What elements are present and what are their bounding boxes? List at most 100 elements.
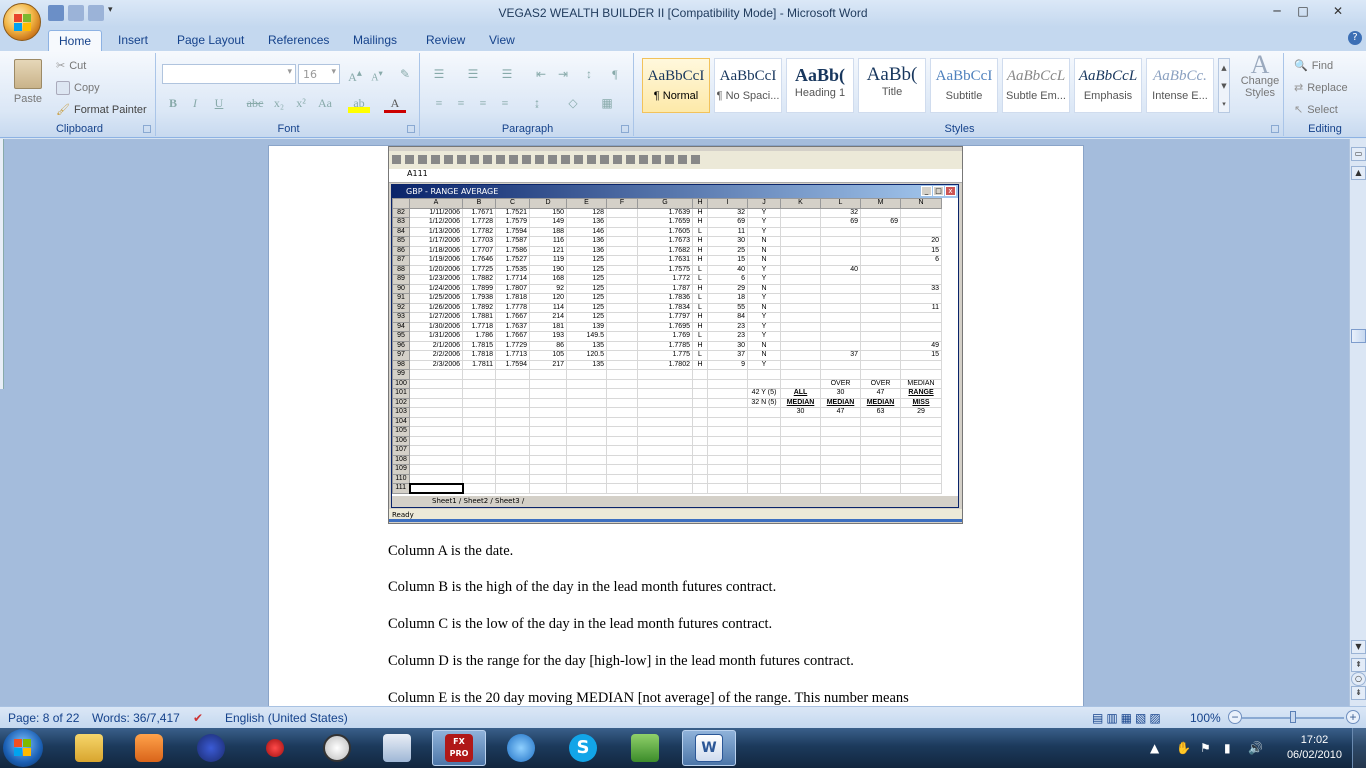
select-button[interactable]: ↖ Select: [1294, 103, 1338, 117]
taskbar-internet-explorer[interactable]: [494, 730, 548, 766]
change-styles-button[interactable]: A Change Styles: [1240, 52, 1280, 100]
copy-button[interactable]: Copy: [56, 81, 100, 95]
tab-view[interactable]: View: [479, 30, 525, 51]
view-buttons[interactable]: ▤▥▦▧▨: [1092, 711, 1164, 725]
zoom-out-icon[interactable]: −: [1228, 710, 1242, 724]
minimize-button[interactable]: ─: [1264, 2, 1290, 20]
clear-formatting-icon[interactable]: ✎: [394, 64, 416, 84]
change-case-icon[interactable]: Aa: [314, 93, 336, 113]
vertical-scrollbar[interactable]: ▭ ▲ ▼ ⇞ ○ ⇟: [1349, 139, 1366, 706]
cut-button[interactable]: ✂ Cut: [56, 59, 86, 73]
style-emphasis[interactable]: AaBbCcL Emphasis: [1074, 58, 1142, 113]
show-formatting-icon[interactable]: ¶: [604, 64, 626, 84]
tab-mailings[interactable]: Mailings: [343, 30, 407, 51]
tab-insert[interactable]: Insert: [108, 30, 158, 51]
font-color-icon[interactable]: A: [384, 93, 406, 113]
scroll-up-icon[interactable]: ▲: [1351, 166, 1366, 180]
zoom-level[interactable]: 100%: [1190, 711, 1221, 725]
taskbar-media-player[interactable]: [122, 730, 176, 766]
word-count[interactable]: Words: 36/7,417: [92, 711, 180, 725]
italic-icon[interactable]: I: [184, 93, 206, 113]
format-painter-button[interactable]: 🖌 Format Painter: [56, 103, 147, 117]
style-intense-emphasis[interactable]: AaBbCc. Intense E...: [1146, 58, 1214, 113]
style-no-spacing[interactable]: AaBbCcI ¶ No Spaci...: [714, 58, 782, 113]
language-indicator[interactable]: English (United States): [225, 711, 348, 725]
scroll-thumb[interactable]: [1351, 329, 1366, 343]
font-name-combo[interactable]: [162, 64, 296, 84]
subscript-icon[interactable]: x₂: [268, 93, 290, 113]
excel-cell: [495, 407, 530, 418]
decrease-indent-icon[interactable]: ⇤: [530, 64, 552, 84]
sort-icon[interactable]: ↕: [578, 64, 600, 84]
taskbar-word[interactable]: W: [682, 730, 736, 766]
tab-home[interactable]: Home: [48, 30, 103, 51]
scroll-down-icon[interactable]: ▼: [1351, 640, 1366, 654]
paragraph-launcher-icon[interactable]: [621, 125, 629, 133]
justify-icon[interactable]: ≡: [494, 93, 516, 113]
tab-page-layout[interactable]: Page Layout: [167, 30, 254, 51]
show-desktop-button[interactable]: [1352, 728, 1366, 768]
taskbar-clock-app[interactable]: [310, 730, 364, 766]
underline-icon[interactable]: U: [208, 93, 230, 113]
style-normal[interactable]: AaBbCcI ¶ Normal: [642, 58, 710, 113]
taskbar-people[interactable]: [618, 730, 672, 766]
borders-icon[interactable]: ▦: [596, 93, 618, 113]
find-button[interactable]: 🔍 Find: [1294, 59, 1333, 73]
start-button[interactable]: [3, 729, 43, 767]
styles-scroll[interactable]: ▲ ▼ ▾: [1218, 58, 1230, 113]
taskbar-fxpro[interactable]: FX PRO: [432, 730, 486, 766]
maximize-button[interactable]: □: [1290, 2, 1316, 20]
style-subtle-emphasis[interactable]: AaBbCcL Subtle Em...: [1002, 58, 1070, 113]
clipboard-launcher-icon[interactable]: [143, 125, 151, 133]
shrink-font-icon[interactable]: A▾: [366, 64, 388, 84]
close-button[interactable]: ✕: [1316, 2, 1360, 20]
taskbar-explorer[interactable]: [62, 730, 116, 766]
proofing-icon[interactable]: ✔: [193, 711, 203, 725]
zoom-in-icon[interactable]: +: [1346, 710, 1360, 724]
increase-indent-icon[interactable]: ⇥: [552, 64, 574, 84]
taskbar-folder[interactable]: [370, 730, 424, 766]
help-icon[interactable]: ?: [1348, 31, 1362, 45]
zoom-slider-thumb[interactable]: [1290, 711, 1296, 723]
show-hidden-icons[interactable]: ▲: [1150, 741, 1164, 755]
strikethrough-icon[interactable]: abc: [244, 93, 266, 113]
grow-font-icon[interactable]: A▴: [344, 64, 366, 84]
document-page[interactable]: A111 GBP - RANGE AVERAGE _ □ x ABCDEFGHIJK…: [268, 145, 1084, 706]
taskbar-pushpin[interactable]: [248, 730, 302, 766]
ruler-toggle-icon[interactable]: ▭: [1351, 147, 1366, 161]
style-heading-1[interactable]: AaBb( Heading 1: [786, 58, 854, 113]
excel-cell: [747, 369, 781, 380]
bullets-icon[interactable]: ☰: [428, 64, 450, 84]
next-page-icon[interactable]: ⇟: [1351, 686, 1366, 700]
bold-icon[interactable]: B: [162, 93, 184, 113]
style-title[interactable]: AaBb( Title: [858, 58, 926, 113]
tab-review[interactable]: Review: [416, 30, 475, 51]
paste-button[interactable]: Paste: [10, 59, 46, 105]
highlight-icon[interactable]: ab: [348, 93, 370, 113]
taskbar-user-accounts[interactable]: [184, 730, 238, 766]
taskbar-skype[interactable]: S: [556, 730, 610, 766]
replace-button[interactable]: ⇄ Replace: [1294, 81, 1348, 95]
multilevel-list-icon[interactable]: ☰: [496, 64, 518, 84]
shading-icon[interactable]: ◇: [562, 93, 584, 113]
system-clock[interactable]: 17:02 06/02/2010: [1287, 733, 1342, 763]
browse-object-icon[interactable]: ○: [1351, 672, 1366, 686]
tab-references[interactable]: References: [258, 30, 339, 51]
network-icon[interactable]: ▮: [1224, 741, 1238, 755]
action-center-icon[interactable]: ⚑: [1200, 741, 1214, 755]
align-left-icon[interactable]: ≡: [428, 93, 450, 113]
align-center-icon[interactable]: ≡: [450, 93, 472, 113]
hand-icon[interactable]: ✋: [1176, 741, 1191, 755]
office-button[interactable]: [3, 3, 41, 41]
font-launcher-icon[interactable]: [407, 125, 415, 133]
volume-icon[interactable]: 🔊: [1248, 741, 1263, 755]
font-size-combo[interactable]: 16: [298, 64, 340, 84]
line-spacing-icon[interactable]: ↨: [526, 93, 548, 113]
superscript-icon[interactable]: x²: [290, 93, 312, 113]
style-subtitle[interactable]: AaBbCcI Subtitle: [930, 58, 998, 113]
previous-page-icon[interactable]: ⇞: [1351, 658, 1366, 672]
align-right-icon[interactable]: ≡: [472, 93, 494, 113]
styles-launcher-icon[interactable]: [1271, 125, 1279, 133]
page-indicator[interactable]: Page: 8 of 22: [8, 711, 79, 725]
numbering-icon[interactable]: ☰: [462, 64, 484, 84]
